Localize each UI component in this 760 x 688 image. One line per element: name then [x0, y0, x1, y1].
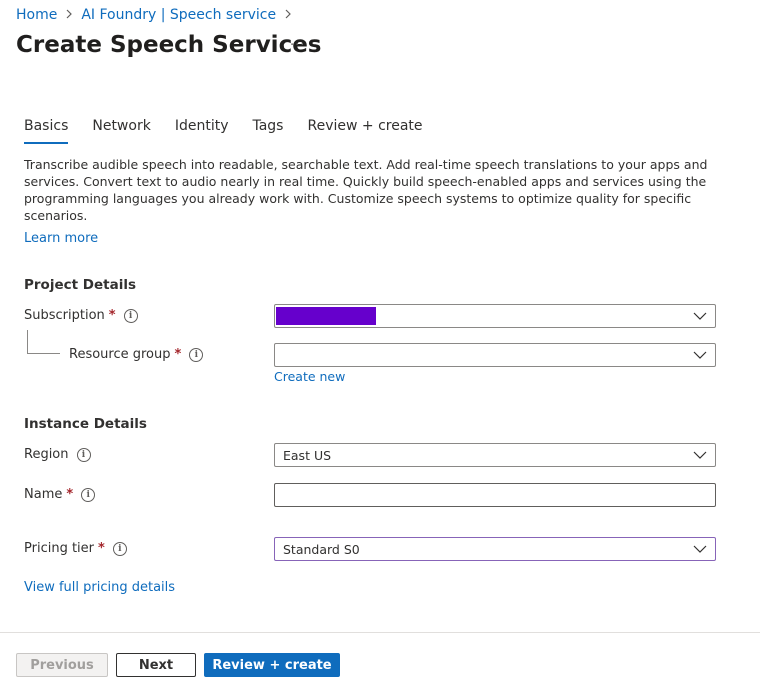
chevron-down-icon [693, 451, 707, 459]
more-options-button[interactable]: ··· [290, 38, 305, 53]
required-marker: * [98, 541, 105, 556]
pricing-tier-label-text: Pricing tier [24, 541, 95, 556]
tab-tags[interactable]: Tags [252, 118, 283, 144]
chevron-right-icon [65, 8, 73, 23]
tab-basics[interactable]: Basics [24, 118, 69, 144]
name-label: Name * i [24, 487, 96, 502]
tab-identity[interactable]: Identity [175, 118, 229, 144]
required-marker: * [66, 487, 74, 502]
chevron-down-icon [693, 312, 707, 320]
subscription-label: Subscription * i [24, 308, 138, 323]
region-label-text: Region [24, 447, 69, 462]
tab-network[interactable]: Network [92, 118, 150, 144]
name-label-text: Name [24, 487, 63, 502]
subscription-label-text: Subscription [24, 308, 105, 323]
pricing-tier-value: Standard S0 [283, 541, 360, 557]
name-input[interactable] [274, 483, 716, 507]
previous-button[interactable]: Previous [16, 653, 108, 677]
info-icon[interactable]: i [76, 447, 91, 462]
chevron-down-icon [693, 545, 707, 553]
page-title: Create Speech Services [16, 32, 322, 58]
review-create-button[interactable]: Review + create [204, 653, 340, 677]
chevron-right-icon [284, 8, 292, 23]
chevron-down-icon [693, 351, 707, 359]
resource-group-label: Resource group * i [69, 347, 204, 362]
region-value: East US [283, 447, 332, 463]
breadcrumb-home[interactable]: Home [16, 7, 57, 23]
required-marker: * [174, 347, 182, 362]
pricing-tier-dropdown[interactable]: Standard S0 [274, 537, 716, 561]
resource-group-dropdown[interactable] [274, 343, 716, 367]
pricing-tier-label: Pricing tier * i [24, 541, 127, 556]
required-marker: * [108, 308, 116, 323]
info-icon[interactable]: i [112, 541, 127, 556]
region-dropdown[interactable]: East US [274, 443, 716, 467]
info-icon[interactable]: i [189, 347, 204, 362]
info-icon[interactable]: i [81, 487, 96, 502]
tab-bar: Basics Network Identity Tags Review + cr… [24, 118, 447, 144]
info-icon[interactable]: i [123, 308, 138, 323]
project-details-heading: Project Details [24, 277, 136, 293]
tab-review-create[interactable]: Review + create [307, 118, 422, 144]
view-full-pricing-link[interactable]: View full pricing details [24, 580, 175, 595]
create-new-resource-group-link[interactable]: Create new [274, 369, 345, 384]
resource-group-label-text: Resource group [69, 347, 171, 362]
subscription-dropdown[interactable] [274, 304, 716, 328]
footer-divider [0, 632, 760, 633]
instance-details-heading: Instance Details [24, 416, 147, 432]
subscription-value-masked [276, 307, 376, 325]
breadcrumb-speech-service[interactable]: AI Foundry | Speech service [81, 7, 276, 23]
learn-more-link[interactable]: Learn more [24, 231, 98, 246]
region-label: Region i [24, 447, 91, 462]
service-description: Transcribe audible speech into readable,… [24, 157, 708, 223]
next-button[interactable]: Next [116, 653, 196, 677]
breadcrumb: Home AI Foundry | Speech service [16, 5, 300, 25]
tree-connector-line [27, 330, 60, 354]
